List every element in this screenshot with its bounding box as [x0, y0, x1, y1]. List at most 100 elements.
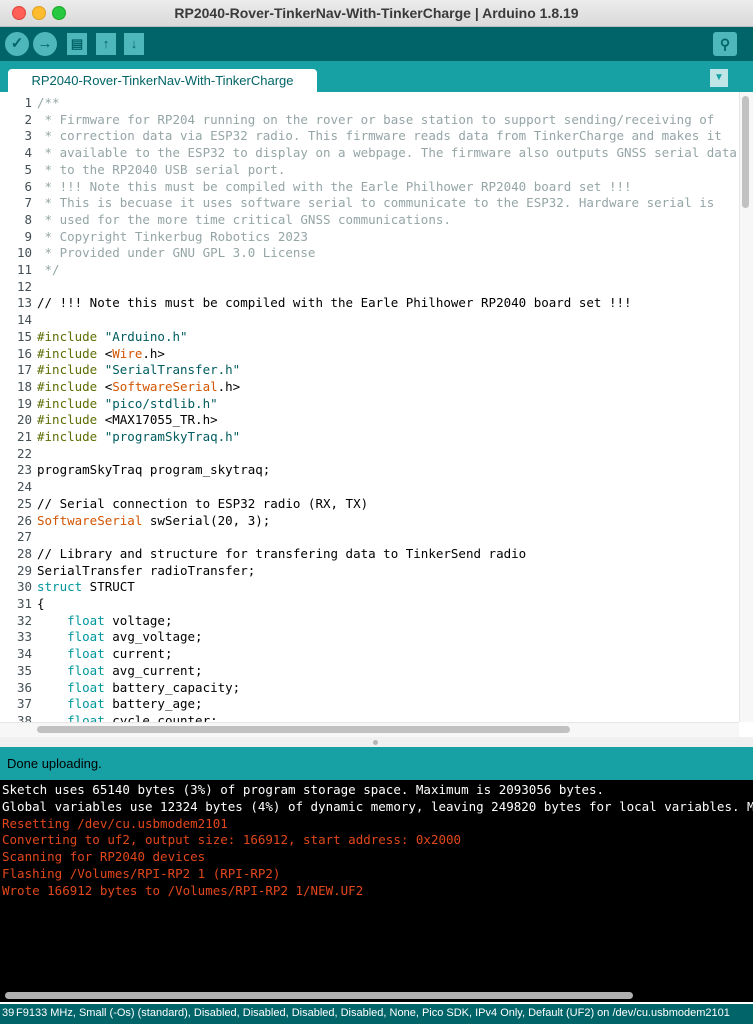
code-text[interactable]: struct STRUCT [37, 578, 135, 595]
code-editor[interactable]: 1/** 2 * Firmware for RP204 running on th… [0, 92, 753, 722]
code-line[interactable]: 34 float current; [0, 645, 740, 662]
code-line[interactable]: 24 [0, 478, 740, 495]
code-token: cycle_counter; [104, 712, 218, 722]
code-text[interactable]: #include "pico/stdlib.h" [37, 395, 218, 412]
code-token: float [67, 679, 105, 695]
code-text[interactable]: /** [37, 94, 60, 111]
code-token: float [67, 612, 105, 628]
window-title-bar: RP2040-Rover-TinkerNav-With-TinkerCharge… [0, 0, 753, 27]
code-text[interactable]: * Firmware for RP204 running on the rove… [37, 111, 715, 128]
code-text[interactable]: #include <MAX17055_TR.h> [37, 411, 218, 428]
code-line[interactable]: 35 float avg_current; [0, 662, 740, 679]
code-text[interactable]: * used for the more time critical GNSS c… [37, 211, 451, 228]
console-horizontal-scroll-thumb[interactable] [5, 992, 633, 999]
code-line[interactable]: 37 float battery_age; [0, 695, 740, 712]
code-line[interactable]: 30 struct STRUCT [0, 578, 740, 595]
tab-sketch[interactable]: RP2040-Rover-TinkerNav-With-TinkerCharge [8, 69, 317, 93]
code-text[interactable]: float battery_age; [37, 695, 202, 712]
output-console[interactable]: Sketch uses 65140 bytes (3%) of program … [0, 780, 753, 988]
code-line[interactable]: 8 * used for the more time critical GNSS… [0, 211, 740, 228]
code-text[interactable]: // !!! Note this must be compiled with t… [37, 294, 632, 311]
code-text[interactable]: float avg_current; [37, 662, 202, 679]
code-line[interactable]: 7 * This is becuase it uses software ser… [0, 194, 740, 211]
code-line[interactable]: 4 * available to the ESP32 to display on… [0, 144, 740, 161]
code-token: battery_capacity; [104, 679, 241, 695]
code-text[interactable]: // Library and structure for transfering… [37, 545, 526, 562]
verify-button[interactable]: ✓ [5, 32, 29, 56]
line-number: 21 [16, 429, 32, 444]
code-text[interactable]: float current; [37, 645, 172, 662]
line-number: 28 [16, 545, 32, 561]
code-line[interactable]: 10 * Provided under GNU GPL 3.0 License [0, 244, 740, 261]
code-text[interactable]: { [37, 595, 45, 612]
code-text[interactable]: float battery_capacity; [37, 679, 240, 696]
serial-monitor-button[interactable]: ⚲ [713, 32, 737, 56]
code-line[interactable]: 29 SerialTransfer radioTransfer; [0, 562, 740, 579]
code-line[interactable]: 14 [0, 311, 740, 328]
code-text[interactable]: #include "SerialTransfer.h" [37, 361, 240, 378]
code-text[interactable]: #include "Arduino.h" [37, 328, 188, 345]
line-number: 26 [16, 512, 32, 528]
code-line[interactable]: 15 #include "Arduino.h" [0, 328, 740, 345]
code-line[interactable]: 28 // Library and structure for transferi… [0, 545, 740, 562]
editor-vertical-scroll-thumb[interactable] [742, 96, 749, 208]
code-line[interactable]: 27 [0, 528, 740, 545]
code-text[interactable]: * This is becuase it uses software seria… [37, 194, 715, 211]
divider-handle-icon[interactable] [373, 740, 378, 745]
code-line[interactable]: 20 #include <MAX17055_TR.h> [0, 411, 740, 428]
new-sketch-button[interactable]: ▤ [67, 33, 87, 55]
code-text[interactable]: SerialTransfer radioTransfer; [37, 562, 255, 579]
code-line[interactable]: 9 * Copyright Tinkerbug Robotics 2023 [0, 228, 740, 245]
code-text[interactable]: float voltage; [37, 612, 172, 629]
code-text[interactable]: #include "programSkyTraq.h" [37, 428, 240, 445]
line-number: 15 [16, 328, 32, 344]
upload-button[interactable]: → [33, 32, 57, 56]
code-line[interactable]: 26 SoftwareSerial swSerial(20, 3); [0, 512, 740, 529]
code-line[interactable]: 36 float battery_capacity; [0, 679, 740, 696]
code-text[interactable]: */ [37, 261, 60, 278]
code-line[interactable]: 38 float cycle_counter; [0, 712, 740, 722]
code-line[interactable]: 22 [0, 445, 740, 462]
code-token: SerialTransfer radioTransfer; [37, 562, 256, 578]
code-text[interactable]: * to the RP2040 USB serial port. [37, 161, 286, 178]
code-line[interactable]: 18 #include <SoftwareSerial.h> [0, 378, 740, 395]
code-text[interactable]: float cycle_counter; [37, 712, 218, 722]
code-line[interactable]: 3 * correction data via ESP32 radio. Thi… [0, 127, 740, 144]
code-text[interactable]: programSkyTraq program_skytraq; [37, 461, 270, 478]
code-line[interactable]: 5 * to the RP2040 USB serial port. [0, 161, 740, 178]
code-text[interactable]: * available to the ESP32 to display on a… [37, 144, 737, 161]
arrow-right-icon: → [37, 35, 53, 52]
code-text[interactable]: // Serial connection to ESP32 radio (RX,… [37, 495, 368, 512]
code-line[interactable]: 33 float avg_voltage; [0, 628, 740, 645]
code-text[interactable]: * Copyright Tinkerbug Robotics 2023 [37, 228, 308, 245]
open-sketch-button[interactable]: ↑ [96, 33, 116, 55]
line-number: 36 [16, 679, 32, 695]
code-line[interactable]: 25 // Serial connection to ESP32 radio (R… [0, 495, 740, 512]
code-text[interactable]: float avg_voltage; [37, 628, 202, 645]
code-line[interactable]: 12 [0, 278, 740, 295]
code-line[interactable]: 17 #include "SerialTransfer.h" [0, 361, 740, 378]
save-sketch-button[interactable]: ↓ [124, 33, 144, 55]
code-text[interactable]: * Provided under GNU GPL 3.0 License [37, 244, 316, 261]
console-line: Global variables use 12324 bytes (4%) of… [2, 798, 753, 814]
code-text[interactable]: #include <Wire.h> [37, 345, 165, 362]
code-line[interactable]: 19 #include "pico/stdlib.h" [0, 395, 740, 412]
code-line[interactable]: 2 * Firmware for RP204 running on the ro… [0, 111, 740, 128]
code-line[interactable]: 1 /** [0, 94, 740, 111]
code-token: #include [37, 362, 105, 378]
code-line[interactable]: 21 #include "programSkyTraq.h" [0, 428, 740, 445]
tab-menu-button[interactable]: ▼ [710, 69, 728, 87]
editor-horizontal-scroll-thumb[interactable] [37, 726, 570, 733]
window-title: RP2040-Rover-TinkerNav-With-TinkerCharge… [174, 5, 579, 21]
code-line[interactable]: 31 { [0, 595, 740, 612]
code-line[interactable]: 32 float voltage; [0, 612, 740, 629]
code-line[interactable]: 16 #include <Wire.h> [0, 345, 740, 362]
code-text[interactable]: * correction data via ESP32 radio. This … [37, 127, 722, 144]
code-line[interactable]: 23 programSkyTraq program_skytraq; [0, 461, 740, 478]
code-text[interactable]: * !!! Note this must be compiled with th… [37, 178, 632, 195]
code-line[interactable]: 13 // !!! Note this must be compiled with… [0, 294, 740, 311]
code-text[interactable]: SoftwareSerial swSerial(20, 3); [37, 512, 270, 529]
code-text[interactable]: #include <SoftwareSerial.h> [37, 378, 240, 395]
code-line[interactable]: 11 */ [0, 261, 740, 278]
code-line[interactable]: 6 * !!! Note this must be compiled with … [0, 178, 740, 195]
